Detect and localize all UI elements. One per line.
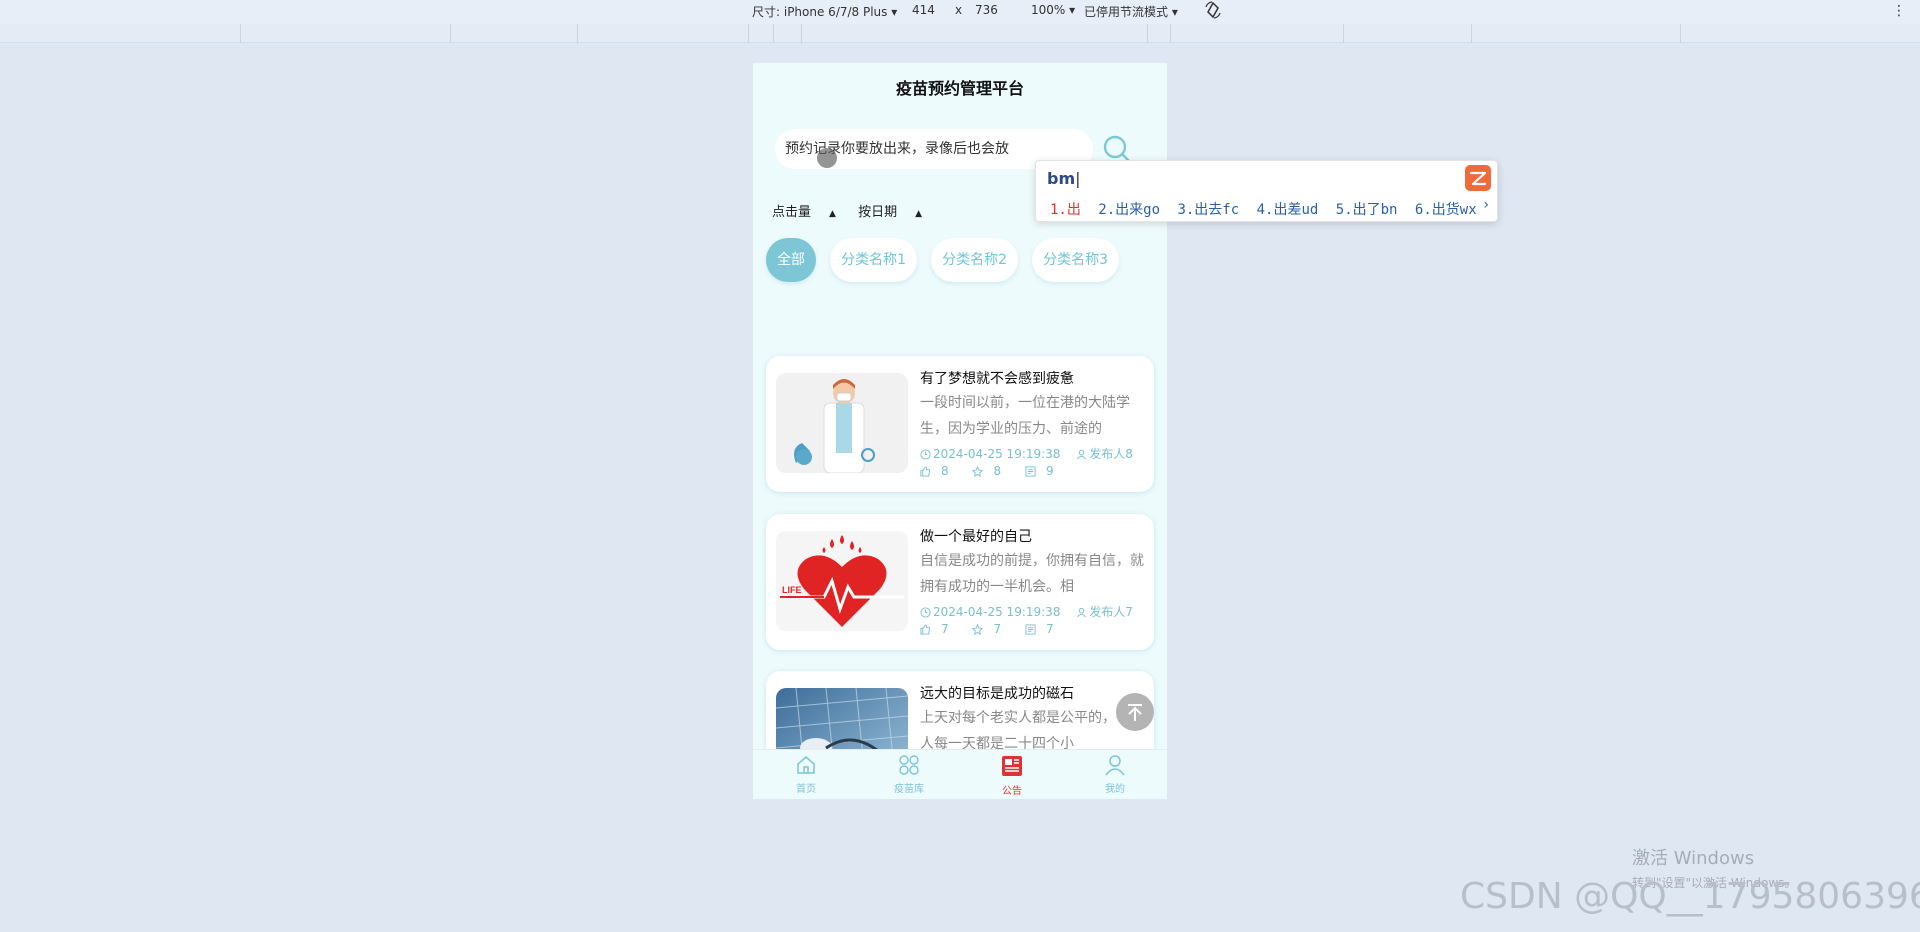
bottom-tab-bar: 首页 疫苗库 公告 我的	[753, 749, 1167, 799]
thumbs-up-icon	[920, 466, 931, 480]
caret-up-icon: ▲	[915, 209, 923, 219]
favorites-count[interactable]: 7	[972, 622, 1011, 636]
tab-mine[interactable]: 我的	[1085, 754, 1145, 795]
thumbs-up-icon	[920, 624, 931, 638]
ime-candidate[interactable]: 4.出差ud	[1257, 202, 1319, 218]
rotate-icon[interactable]	[1204, 1, 1222, 22]
news-card[interactable]: 有了梦想就不会感到疲惫 一段时间以前，一位在港的大陆学生，因为学业的压力、前途的…	[766, 356, 1154, 492]
ime-candidate[interactable]: 3.出去fc	[1177, 202, 1239, 218]
page-title: 疫苗预约管理平台	[895, 79, 1024, 98]
clock-icon	[920, 449, 931, 463]
arrow-up-icon	[1128, 704, 1142, 721]
tab-vaccine-library[interactable]: 疫苗库	[879, 754, 939, 795]
likes-count[interactable]: 8	[920, 464, 959, 478]
ime-candidate[interactable]: 2.出来go	[1098, 202, 1160, 218]
media-query-ruler	[0, 24, 1920, 43]
post-stats: 8 8 9	[920, 464, 1074, 480]
person-icon	[1076, 607, 1087, 621]
zoom-select[interactable]: 100% ▾	[1031, 3, 1075, 17]
grid-icon	[899, 755, 919, 775]
favorites-count[interactable]: 8	[972, 464, 1011, 478]
heart-life-image: LIFE	[776, 531, 908, 631]
category-2[interactable]: 分类名称2	[931, 238, 1019, 282]
comments-count[interactable]: 7	[1025, 622, 1064, 636]
tab-home[interactable]: 首页	[776, 754, 836, 795]
home-icon	[797, 756, 815, 774]
device-width-input[interactable]: 414	[912, 3, 935, 17]
post-summary: 一段时间以前，一位在港的大陆学生，因为学业的压力、前途的	[920, 395, 1130, 437]
device-select[interactable]: 尺寸: iPhone 6/7/8 Plus ▾	[752, 3, 897, 20]
devtools-device-toolbar: 尺寸: iPhone 6/7/8 Plus ▾ 414 x 736 100% ▾…	[0, 0, 1920, 24]
ime-candidates: 1.出 2.出来go 3.出去fc 4.出差ud 5.出了bn 6.出货wx	[1050, 199, 1486, 219]
category-tabs: 全部 分类名称1 分类名称2 分类名称3	[766, 238, 1128, 284]
back-to-top-button[interactable]	[1116, 693, 1154, 731]
tab-announcements[interactable]: 公告	[982, 754, 1042, 797]
post-date: 2024-04-25 19:19:38	[933, 605, 1061, 619]
star-icon	[972, 465, 984, 480]
clock-icon	[920, 607, 931, 621]
sort-by-clicks[interactable]: 点击量 ▲	[772, 205, 836, 220]
news-icon	[1002, 756, 1022, 776]
caret-up-icon: ▲	[829, 209, 836, 219]
ime-next-page-icon[interactable]: ›	[1483, 197, 1489, 213]
throttle-select[interactable]: 已停用节流模式 ▾	[1084, 3, 1178, 20]
post-meta: 2024-04-25 19:19:38 发布人7	[920, 603, 1133, 621]
post-meta: 2024-04-25 19:19:38 发布人8	[920, 445, 1133, 463]
news-card[interactable]: LIFE 做一个最好的自己 自信是成功的前提，你拥有自信，就拥有成功的一半机会。…	[766, 514, 1154, 650]
post-title: 做一个最好的自己	[920, 529, 1032, 545]
mouse-cursor	[817, 148, 837, 168]
user-icon	[1105, 755, 1125, 776]
life-logo-text: LIFE	[782, 585, 802, 595]
likes-count[interactable]: 7	[920, 622, 959, 636]
category-3[interactable]: 分类名称3	[1032, 238, 1120, 282]
category-all[interactable]: 全部	[766, 238, 816, 282]
sort-by-date[interactable]: 按日期 ▲	[858, 205, 922, 220]
more-options-icon[interactable]: ⋮	[1892, 3, 1906, 19]
person-icon	[1076, 449, 1087, 463]
ime-logo-icon[interactable]	[1465, 165, 1491, 191]
doctor-image	[776, 373, 908, 473]
category-1[interactable]: 分类名称1	[830, 238, 918, 282]
comment-icon	[1025, 624, 1036, 638]
device-height-input[interactable]: 736	[975, 3, 998, 17]
post-date: 2024-04-25 19:19:38	[933, 447, 1061, 461]
comment-icon	[1025, 466, 1036, 480]
ime-composition: bm|	[1047, 169, 1081, 188]
ime-candidate[interactable]: 1.出	[1050, 202, 1081, 218]
ime-candidate[interactable]: 5.出了bn	[1336, 202, 1398, 218]
ime-candidate[interactable]: 6.出货wx	[1415, 202, 1477, 218]
sort-bar: 点击量 ▲ 按日期 ▲	[772, 201, 940, 220]
star-icon	[972, 623, 984, 638]
ime-candidate-window: bm| 1.出 2.出来go 3.出去fc 4.出差ud 5.出了bn 6.出货…	[1035, 160, 1498, 222]
post-title: 有了梦想就不会感到疲惫	[920, 371, 1074, 387]
csdn-watermark: CSDN @QQ__1795806396	[1460, 876, 1920, 917]
post-publisher: 发布人8	[1089, 447, 1133, 461]
post-title: 远大的目标是成功的磁石	[920, 686, 1074, 702]
dimension-separator: x	[955, 3, 963, 17]
comments-count[interactable]: 9	[1025, 464, 1064, 478]
post-summary: 自信是成功的前提，你拥有自信，就拥有成功的一半机会。相	[920, 553, 1144, 595]
post-stats: 7 7 7	[920, 622, 1074, 638]
post-publisher: 发布人7	[1089, 605, 1133, 619]
